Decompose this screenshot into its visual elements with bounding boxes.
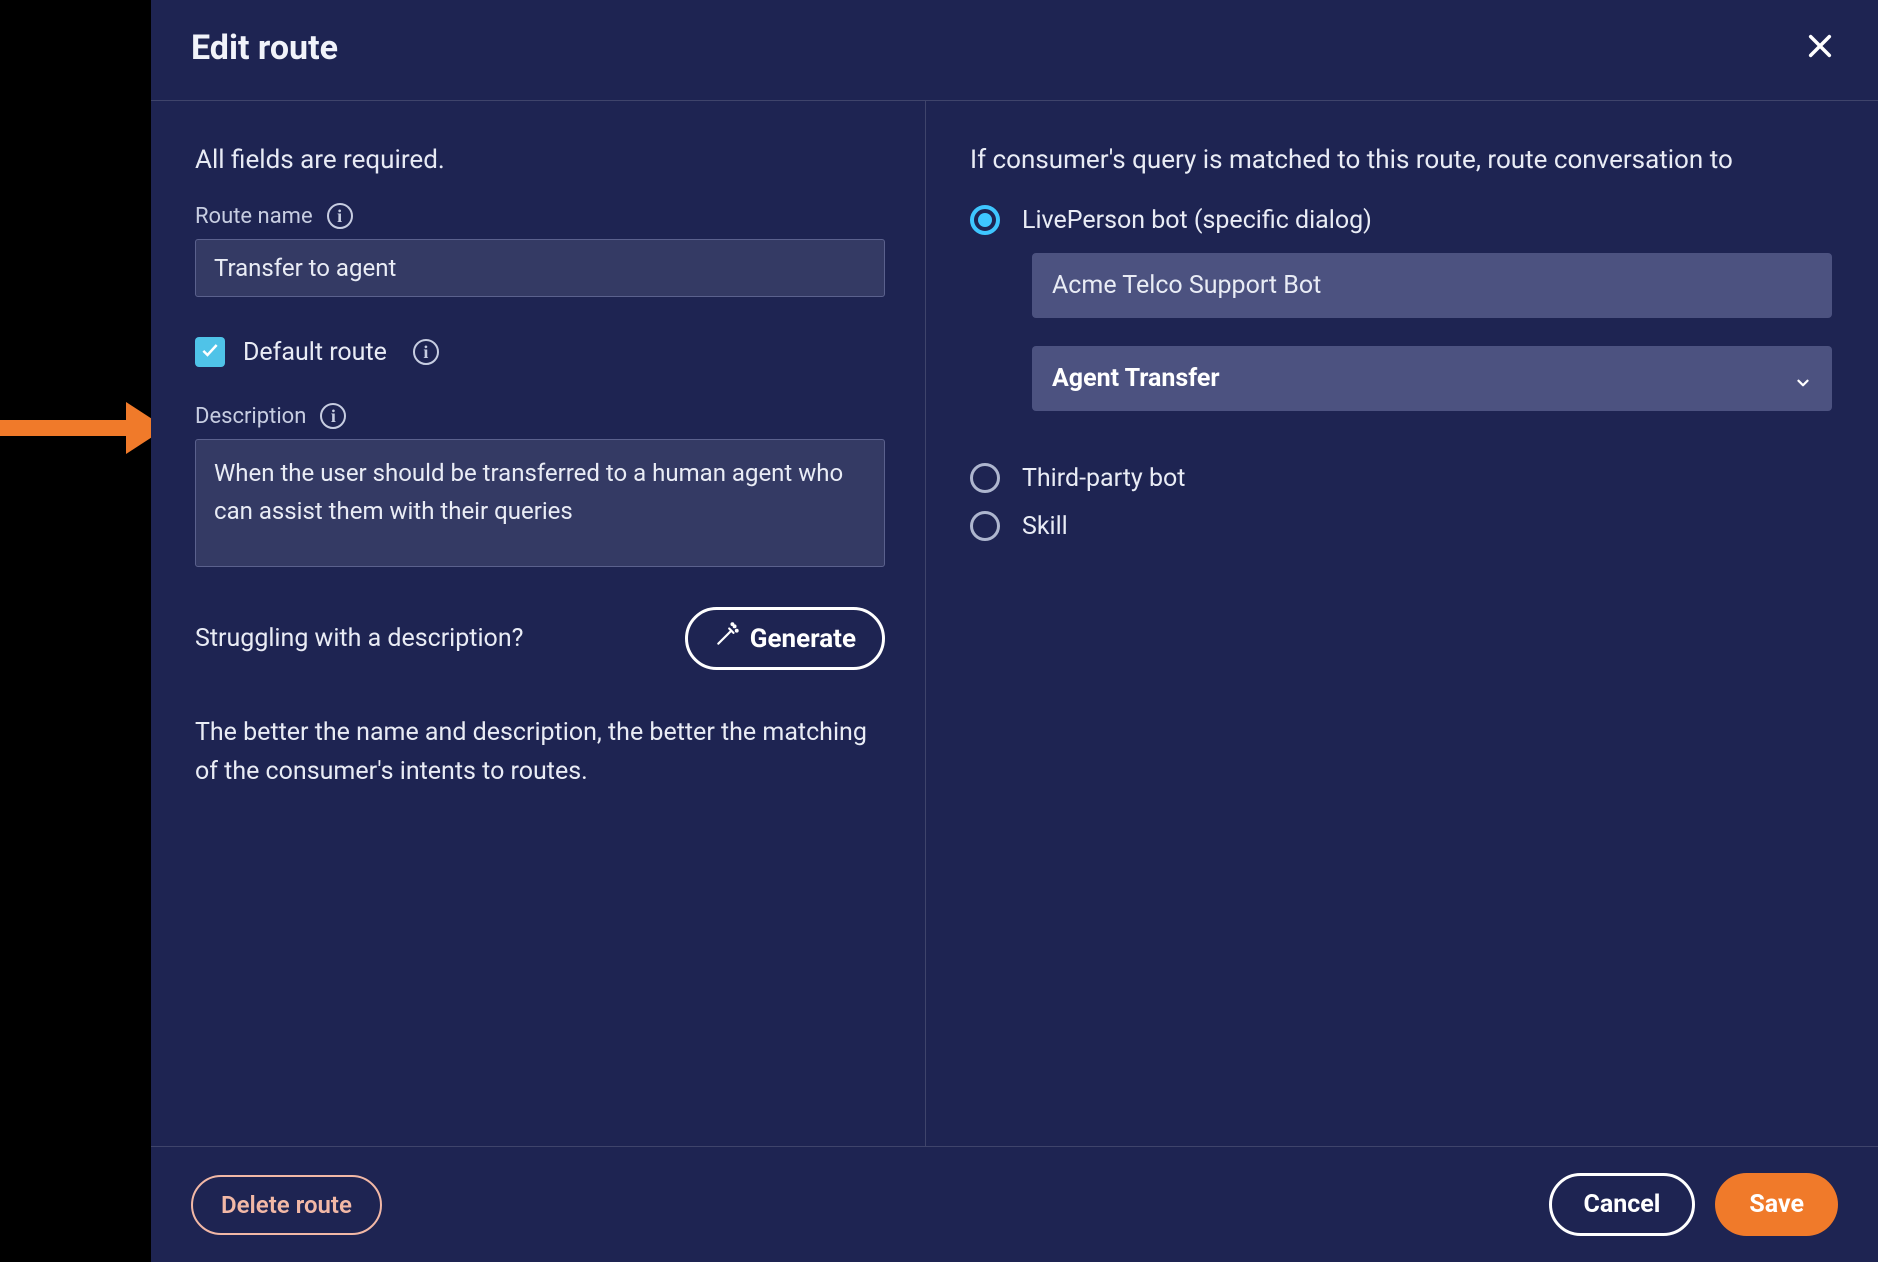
generate-button-label: Generate xyxy=(750,624,856,654)
panel-header: Edit route xyxy=(151,0,1878,101)
default-route-checkbox[interactable] xyxy=(195,337,225,367)
route-name-input[interactable] xyxy=(195,239,885,297)
radio-liveperson-bot[interactable]: LivePerson bot (specific dialog) xyxy=(970,205,1834,235)
radio-icon xyxy=(970,511,1000,541)
close-icon xyxy=(1806,32,1834,64)
dialog-select[interactable]: Agent Transfer xyxy=(1032,346,1832,411)
save-button[interactable]: Save xyxy=(1715,1173,1838,1236)
radio-skill[interactable]: Skill xyxy=(970,511,1834,541)
check-icon xyxy=(200,340,220,364)
dialog-selected-value: Agent Transfer xyxy=(1052,364,1220,393)
description-label-row: Description xyxy=(195,403,881,429)
generate-button[interactable]: Generate xyxy=(685,607,885,670)
magic-wand-icon xyxy=(714,622,740,655)
description-textarea[interactable] xyxy=(195,439,885,567)
info-icon[interactable] xyxy=(413,339,439,365)
description-label: Description xyxy=(195,404,306,429)
bot-name-field[interactable]: Acme Telco Support Bot xyxy=(1032,253,1832,318)
struggling-text: Struggling with a description? xyxy=(195,624,523,653)
save-label: Save xyxy=(1749,1190,1804,1219)
required-note: All fields are required. xyxy=(195,145,881,175)
info-icon[interactable] xyxy=(320,403,346,429)
callout-arrow xyxy=(0,402,170,450)
panel-title: Edit route xyxy=(191,28,338,68)
delete-route-button[interactable]: Delete route xyxy=(191,1175,382,1235)
route-name-label: Route name xyxy=(195,204,313,229)
default-route-label: Default route xyxy=(243,338,387,367)
radio-label: LivePerson bot (specific dialog) xyxy=(1022,206,1372,235)
panel-footer: Delete route Cancel Save xyxy=(151,1146,1878,1262)
info-icon[interactable] xyxy=(327,203,353,229)
chevron-down-icon xyxy=(1794,370,1812,388)
radio-label: Skill xyxy=(1022,512,1068,541)
radio-icon xyxy=(970,463,1000,493)
close-button[interactable] xyxy=(1802,30,1838,66)
cancel-label: Cancel xyxy=(1584,1190,1661,1219)
delete-route-label: Delete route xyxy=(221,1191,352,1219)
bot-name-value: Acme Telco Support Bot xyxy=(1052,271,1321,300)
edit-route-panel: Edit route All fields are required. Rout… xyxy=(151,0,1878,1262)
left-column: All fields are required. Route name Defa… xyxy=(151,101,926,1146)
cancel-button[interactable]: Cancel xyxy=(1549,1173,1696,1236)
radio-third-party-bot[interactable]: Third-party bot xyxy=(970,463,1834,493)
routing-heading: If consumer's query is matched to this r… xyxy=(970,145,1834,175)
route-name-label-row: Route name xyxy=(195,203,881,229)
radio-icon xyxy=(970,205,1000,235)
radio-label: Third-party bot xyxy=(1022,464,1185,493)
helper-text: The better the name and description, the… xyxy=(195,714,885,792)
right-column: If consumer's query is matched to this r… xyxy=(926,101,1878,1146)
